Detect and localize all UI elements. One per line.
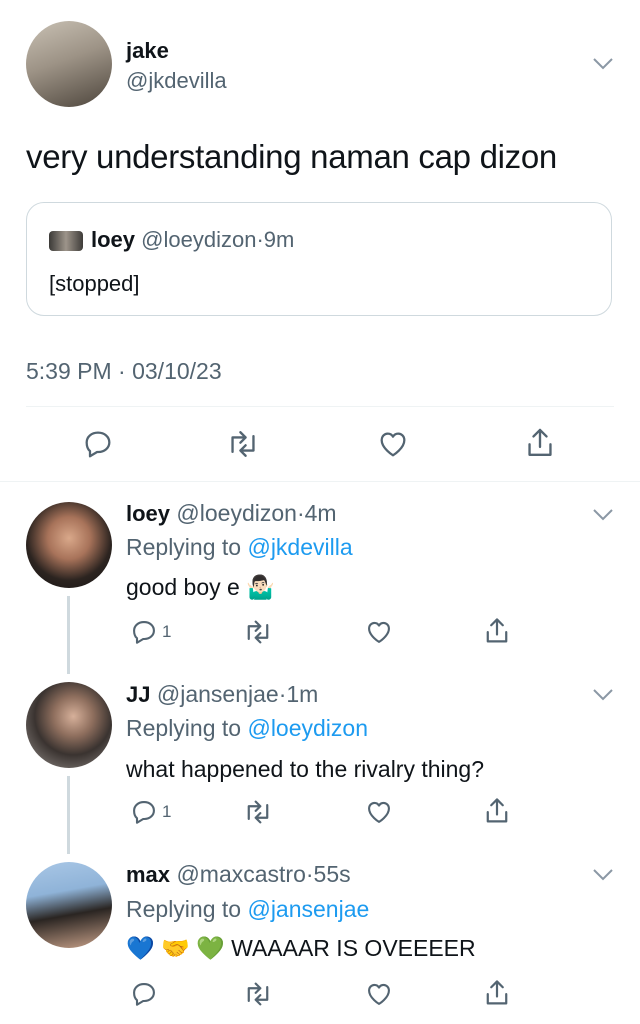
blue-heart-emoji: 💙 [126, 935, 155, 961]
share-icon[interactable] [483, 616, 511, 646]
avatar-jj[interactable] [26, 682, 112, 768]
time-separator: · [305, 861, 314, 887]
tweet-text: very understanding naman cap dizon [26, 138, 557, 175]
quoted-time: 9m [263, 227, 295, 252]
quoted-header: loey @loeydizon·9m [91, 227, 294, 253]
reply-text: good boy e [126, 574, 240, 600]
thread-line [67, 596, 70, 674]
avatar-max[interactable] [26, 862, 112, 948]
author-name[interactable]: JJ [126, 682, 150, 707]
green-heart-emoji: 💚 [196, 935, 225, 961]
reply-header: JJ @jansenjae·1m [126, 681, 318, 708]
replying-to-link[interactable]: @jkdevilla [247, 534, 352, 560]
chevron-down-icon[interactable] [592, 508, 614, 522]
replying-to-link[interactable]: @jansenjae [247, 896, 369, 922]
like-icon[interactable] [364, 980, 394, 1008]
reply-body: 💙 🤝 💚 WAAAAR IS OVEEEER [126, 935, 476, 962]
divider [0, 481, 640, 482]
quoted-tweet-card[interactable]: loey @loeydizon·9m [stopped] [26, 202, 612, 316]
author-handle[interactable]: @loeydizon [176, 500, 297, 526]
reply-time: 1m [286, 681, 319, 707]
replying-to-line: Replying to @jkdevilla [126, 534, 353, 561]
share-icon[interactable] [483, 978, 511, 1008]
time-separator: · [296, 500, 305, 526]
replying-to-label: Replying to [126, 896, 242, 922]
chevron-down-icon[interactable] [592, 868, 614, 882]
tweet-timestamp[interactable]: 5:39 PM · 03/10/23 [26, 358, 222, 385]
chevron-down-icon[interactable] [592, 688, 614, 702]
reply-body: good boy e 🤷🏻‍♂️ [126, 574, 275, 601]
like-icon[interactable] [376, 428, 410, 460]
author-handle[interactable]: @maxcastro [176, 861, 305, 887]
share-icon[interactable] [524, 426, 556, 460]
reply-header: loey @loeydizon·4m [126, 500, 337, 527]
quoted-text: [stopped] [49, 271, 140, 296]
quoted-avatar [49, 231, 83, 251]
quoted-author-name: loey [91, 227, 136, 252]
quoted-separator: · [256, 227, 264, 252]
reply-count: 1 [162, 802, 172, 821]
reply-icon[interactable] [130, 798, 158, 826]
replying-to-line: Replying to @jansenjae [126, 896, 369, 923]
retweet-icon[interactable] [226, 428, 260, 460]
handshake-emoji: 🤝 [161, 935, 190, 961]
avatar-loey[interactable] [26, 502, 112, 588]
shrug-emoji: 🤷🏻‍♂️ [246, 574, 275, 600]
reply-time: 4m [304, 500, 337, 526]
author-name[interactable]: max [126, 862, 170, 887]
author-handle[interactable]: @jkdevilla [126, 68, 227, 94]
replying-to-line: Replying to @loeydizon [126, 715, 368, 742]
reply-time: 55s [313, 861, 351, 887]
avatar-jake[interactable] [26, 21, 112, 107]
chevron-down-icon[interactable] [592, 57, 614, 71]
replying-to-link[interactable]: @loeydizon [247, 715, 368, 741]
author-name[interactable]: jake [126, 38, 169, 64]
author-name[interactable]: loey [126, 501, 170, 526]
like-icon[interactable] [364, 798, 394, 826]
reply-count: 1 [162, 622, 172, 641]
retweet-icon[interactable] [243, 980, 273, 1008]
retweet-icon[interactable] [243, 798, 273, 826]
replying-to-label: Replying to [126, 534, 242, 560]
thread-line [67, 776, 70, 854]
divider [26, 406, 614, 407]
like-icon[interactable] [364, 618, 394, 646]
reply-icon[interactable] [130, 980, 158, 1008]
reply-text: WAAAAR IS OVEEEER [231, 935, 476, 961]
reply-header: max @maxcastro·55s [126, 861, 351, 888]
quoted-author-handle: @loeydizon [141, 227, 257, 252]
author-handle[interactable]: @jansenjae [157, 681, 279, 707]
reply-icon[interactable] [130, 618, 158, 646]
reply-text: what happened to the rivalry thing? [126, 756, 485, 782]
replying-to-label: Replying to [126, 715, 242, 741]
retweet-icon[interactable] [243, 618, 273, 646]
reply-icon[interactable] [82, 428, 114, 460]
share-icon[interactable] [483, 796, 511, 826]
